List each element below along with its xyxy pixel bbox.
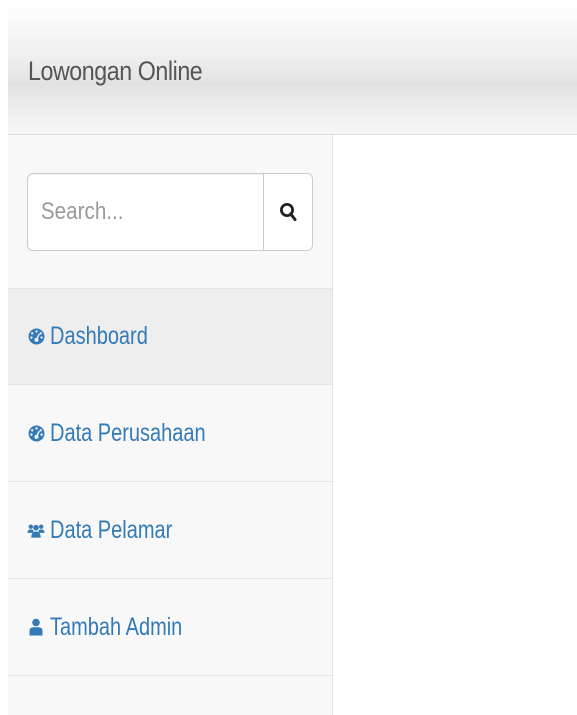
user-icon xyxy=(27,617,45,637)
sidebar-item-tambah-admin[interactable]: Tambah Admin xyxy=(8,579,332,676)
dashboard-icon xyxy=(27,423,45,443)
search-icon xyxy=(280,203,297,221)
search-input[interactable] xyxy=(28,174,230,250)
navbar-brand[interactable]: Lowongan Online xyxy=(28,56,203,87)
sidebar-item-label: Tambah Admin xyxy=(50,612,183,641)
sidebar-item-label: Dashboard xyxy=(50,322,148,350)
sidebar-menu: Dashboard Data Perusahaan Data Pelamar T… xyxy=(8,288,332,676)
sidebar-item-data-pelamar[interactable]: Data Pelamar xyxy=(8,482,332,579)
top-strip xyxy=(0,0,577,8)
search-group xyxy=(27,173,313,251)
navbar: Lowongan Online xyxy=(8,8,577,135)
sidebar-item-label: Data Pelamar xyxy=(50,515,173,544)
users-icon xyxy=(27,520,45,540)
sidebar-item-data-perusahaan[interactable]: Data Perusahaan xyxy=(8,385,332,482)
search-button[interactable] xyxy=(263,174,312,250)
sidebar-item-label: Data Perusahaan xyxy=(50,418,206,447)
dashboard-icon xyxy=(27,327,45,347)
sidebar-item-dashboard[interactable]: Dashboard xyxy=(8,288,332,385)
sidebar: Dashboard Data Perusahaan xyxy=(8,135,333,715)
